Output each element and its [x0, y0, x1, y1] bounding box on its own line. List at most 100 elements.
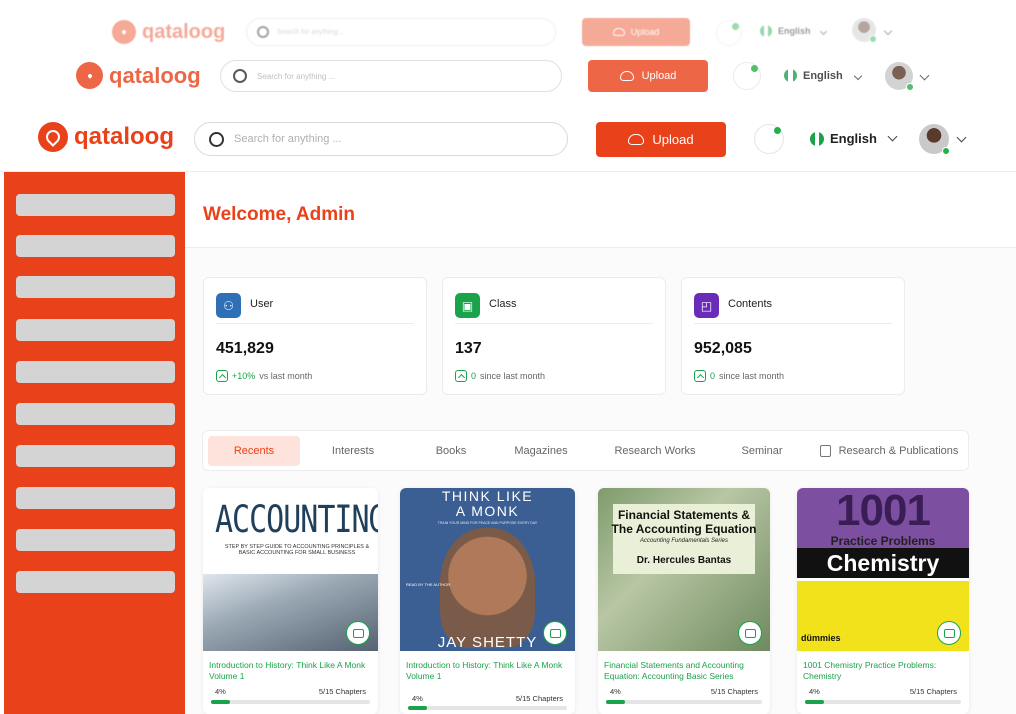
language-label: English — [830, 131, 877, 146]
upload-button: Upload — [588, 60, 708, 92]
language-selector[interactable]: English — [810, 131, 898, 146]
book-title: Introduction to History: Think Like A Mo… — [209, 660, 366, 681]
profile-chevron-down-icon[interactable] — [956, 132, 967, 143]
stat-label: Contents — [728, 298, 773, 310]
search-icon — [257, 26, 269, 38]
tab-seminar[interactable]: Seminar — [729, 436, 795, 466]
book-cover: THINK LIKE A MONK TRAIN YOUR MIND FOR PEA… — [400, 488, 575, 651]
video-icon[interactable] — [346, 621, 370, 645]
cover-brand: dümmies — [801, 633, 841, 643]
sidebar-item[interactable] — [16, 445, 175, 467]
sidebar-item[interactable] — [16, 319, 175, 341]
search-placeholder: Search for anything ... — [257, 71, 336, 81]
stat-note: vs last month — [259, 371, 313, 381]
ghost-header-back: qataloog Search for anything... Upload E… — [0, 8, 1016, 56]
search-placeholder: Search for anything ... — [234, 133, 342, 145]
book-cover: 1001 Practice Problems Chemistry dümmies — [797, 488, 969, 651]
avatar — [885, 62, 914, 91]
search-input: Search for anything ... — [220, 60, 562, 92]
book-title: Financial Statements and Accounting Equa… — [604, 660, 744, 681]
flag-icon — [784, 69, 797, 82]
cover-subtitle: Practice Problems — [830, 534, 936, 548]
stat-delta: 0 — [710, 371, 716, 381]
cover-title-line: A MONK — [455, 503, 520, 519]
sidebar-item[interactable] — [16, 276, 175, 298]
language-selector: English — [784, 69, 862, 82]
avatar — [852, 18, 877, 43]
chevron-down-icon — [887, 131, 898, 142]
tab-research-works[interactable]: Research Works — [603, 436, 707, 466]
chapters-count: 5/15 Chapters — [909, 687, 957, 696]
book-card[interactable]: Financial Statements & The Accounting Equ… — [598, 488, 770, 714]
notification-bell-icon[interactable] — [754, 124, 784, 154]
stat-trend: 0 since last month — [694, 370, 784, 382]
stat-label: Class — [489, 298, 517, 310]
chapters-count: 5/15 Chapters — [515, 694, 563, 703]
edit-document-icon — [819, 445, 831, 457]
upload-button: Upload — [582, 18, 690, 46]
cover-title: 1001 — [836, 488, 931, 535]
brand-name: qataloog — [109, 62, 201, 88]
tab-recents[interactable]: Recents — [208, 436, 300, 466]
search-input[interactable]: Search for anything ... — [194, 122, 568, 156]
page-title: Welcome, Admin — [203, 204, 356, 225]
cover-subtitle: Accounting Fundamentals Series — [639, 538, 729, 544]
sidebar-item[interactable] — [16, 403, 175, 425]
classroom-icon: ▣ — [455, 293, 480, 318]
tab-books[interactable]: Books — [415, 436, 487, 466]
avatar[interactable] — [919, 124, 950, 155]
stat-note: since last month — [719, 371, 785, 381]
book-card[interactable]: 1001 Practice Problems Chemistry dümmies… — [797, 488, 969, 714]
sidebar-item[interactable] — [16, 487, 175, 509]
stat-trend: 0 since last month — [455, 370, 545, 382]
tab-research-publications[interactable]: Research & Publications — [811, 436, 967, 466]
document-icon: ◰ — [694, 293, 719, 318]
search-icon — [209, 131, 224, 147]
progress-bar — [606, 700, 762, 704]
brand-logo: qataloog — [112, 20, 225, 44]
cover-read-by: READ BY THE AUTHOR — [406, 582, 451, 587]
top-header: qataloog Search for anything ... Upload … — [0, 106, 1016, 172]
tab-interests[interactable]: Interests — [315, 436, 391, 466]
divider — [185, 247, 1016, 248]
tab-magazines[interactable]: Magazines — [501, 436, 581, 466]
chevron-down-icon — [919, 70, 930, 81]
flag-icon — [810, 131, 824, 146]
brand-name: qataloog — [74, 123, 174, 150]
sidebar-item[interactable] — [16, 361, 175, 383]
sidebar-item[interactable] — [16, 235, 175, 257]
book-cover: Financial Statements & The Accounting Equ… — [598, 488, 770, 651]
video-icon[interactable] — [738, 621, 762, 645]
search-icon — [233, 69, 247, 83]
progress-bar — [408, 706, 567, 710]
stat-card-class: ▣ Class 137 0 since last month — [442, 277, 666, 395]
language-selector: English — [760, 25, 827, 37]
online-status-icon — [906, 83, 914, 91]
video-icon[interactable] — [543, 621, 567, 645]
sidebar-item[interactable] — [16, 194, 175, 216]
stat-value: 137 — [455, 340, 482, 357]
content-tabs: Recents Interests Books Magazines Resear… — [202, 430, 969, 471]
progress-percent: 4% — [809, 687, 820, 696]
progress-percent: 4% — [215, 687, 226, 696]
sidebar — [4, 172, 185, 714]
cover-subtitle: STEP BY STEP GUIDE TO ACCOUNTING PRINCIP… — [224, 544, 370, 556]
book-card[interactable]: ACCOUNTING STEP BY STEP GUIDE TO ACCOUNT… — [203, 488, 378, 714]
sidebar-item[interactable] — [16, 571, 175, 593]
flag-icon — [760, 25, 772, 37]
sidebar-item[interactable] — [16, 529, 175, 551]
chevron-down-icon — [819, 27, 827, 35]
upload-cloud-icon — [612, 28, 625, 36]
upload-cloud-icon — [628, 134, 645, 145]
book-card[interactable]: THINK LIKE A MONK TRAIN YOUR MIND FOR PEA… — [400, 488, 575, 714]
online-status-icon — [869, 35, 877, 43]
book-title: 1001 Chemistry Practice Problems: Chemis… — [803, 660, 937, 681]
stat-card-user: ⚇ User 451,829 +10% vs last month — [203, 277, 427, 395]
brand-logo[interactable]: qataloog — [38, 122, 174, 152]
ghost-header-middle: qataloog Search for anything ... Upload … — [0, 54, 1016, 100]
users-network-icon: ⚇ — [216, 293, 241, 318]
upload-label: Upload — [652, 132, 694, 147]
upload-label: Upload — [641, 70, 677, 82]
video-icon[interactable] — [937, 621, 961, 645]
upload-button[interactable]: Upload — [596, 122, 726, 157]
